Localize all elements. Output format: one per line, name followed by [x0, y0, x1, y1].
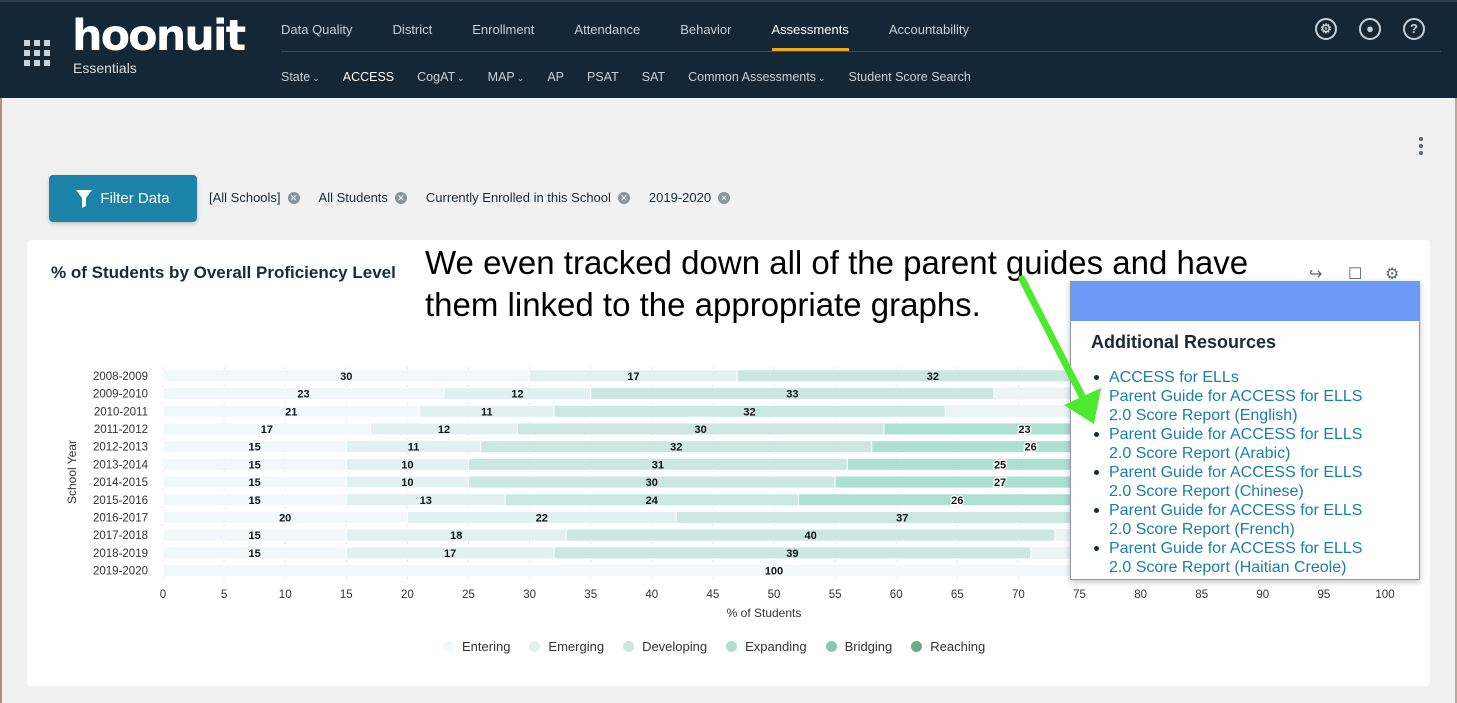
resource-link[interactable]: Parent Guide for ACCESS for ELLS 2.0 Scor… — [1091, 387, 1411, 425]
legend-label: Entering — [462, 639, 511, 654]
resource-link[interactable]: Parent Guide for ACCESS for ELLS 2.0 Scor… — [1091, 539, 1411, 577]
nav-tab-district[interactable]: District — [393, 19, 433, 51]
resource-link-text: Parent Guide for ACCESS for ELLS — [1109, 502, 1363, 519]
resource-link-text: 2.0 Score Report (Arabic) — [1109, 445, 1291, 462]
nav-tab-assessments[interactable]: Assessments — [771, 19, 850, 51]
legend-swatch — [911, 641, 923, 652]
filter-chip-label: All Students — [318, 190, 388, 205]
subnav-item-access[interactable]: ACCESS — [343, 70, 394, 84]
filter-chip: Currently Enrolled in this School ✕ — [426, 190, 630, 205]
top-navigation-bar: hoonuit Essentials Data Quality District E… — [0, 0, 1457, 98]
chevron-down-icon: ⌄ — [312, 73, 320, 83]
legend-item[interactable]: Emerging — [529, 639, 604, 654]
brand-logo-subtitle: Essentials — [73, 60, 137, 76]
subnav-item-psat[interactable]: PSAT — [587, 70, 619, 84]
filter-chip: [All Schools] ✕ — [209, 190, 300, 205]
browser-window-edge — [0, 0, 2, 703]
subnav-label: Student Score Search — [848, 70, 971, 84]
filter-chip-label: Currently Enrolled in this School — [425, 190, 611, 205]
resource-link[interactable]: Parent Guide for ACCESS for ELLS 2.0 Scor… — [1091, 463, 1411, 501]
legend-swatch — [726, 641, 738, 652]
remove-filter-icon[interactable]: ✕ — [617, 191, 630, 204]
legend-swatch — [443, 641, 454, 652]
subnav-item-ap[interactable]: AP — [547, 70, 564, 84]
subnav-label: Common Assessments — [688, 70, 816, 84]
legend-swatch — [529, 641, 541, 652]
legend-label: Expanding — [745, 639, 807, 654]
subnav-label: SAT — [641, 70, 666, 84]
resource-link[interactable]: Parent Guide for ACCESS for ELLS 2.0 Scor… — [1091, 501, 1411, 539]
legend-swatch — [623, 641, 635, 652]
legend-item[interactable]: Expanding — [726, 639, 807, 654]
main-nav: Data Quality District Enrollment Attendance… — [281, 19, 1009, 51]
subnav-item-common-assessments[interactable]: Common Assessments ⌄ — [688, 70, 825, 84]
nav-divider — [281, 51, 1441, 52]
remove-filter-icon[interactable]: ✕ — [287, 191, 300, 204]
brand-logo[interactable]: hoonuit — [72, 12, 246, 60]
annotation-line-1: We even tracked down all of the parent g… — [425, 244, 1249, 281]
chevron-down-icon: ⌄ — [457, 73, 465, 83]
chart-legend: Entering Emerging Developing Expanding Bridg… — [443, 639, 1004, 654]
chevron-down-icon: ⌄ — [817, 73, 826, 83]
filter-chip-label: [All Schools] — [209, 190, 281, 205]
subnav-label: MAP — [487, 70, 515, 84]
legend-label: Bridging — [844, 639, 893, 654]
legend-item[interactable]: Reaching — [911, 639, 985, 654]
additional-resources-popup: Additional Resources ACCESS for ELLs Pare… — [1070, 281, 1420, 580]
user-icon[interactable]: ● — [1359, 18, 1381, 40]
tools-icon[interactable]: ⚙ — [1315, 18, 1337, 40]
apps-grid-icon[interactable] — [24, 40, 50, 66]
filter-chips: [All Schools] ✕ All Students ✕ Currently Enr… — [209, 190, 749, 205]
subnav-item-state[interactable]: State ⌄ — [281, 70, 320, 84]
popup-header — [1071, 282, 1419, 321]
legend-item[interactable]: Developing — [623, 639, 707, 654]
legend-item[interactable]: Entering — [443, 639, 510, 654]
subnav-item-student-score-search[interactable]: Student Score Search — [849, 70, 971, 84]
chevron-down-icon: ⌄ — [516, 73, 525, 83]
resource-link-text: Parent Guide for ACCESS for ELLS — [1109, 388, 1363, 405]
remove-filter-icon[interactable]: ✕ — [394, 191, 407, 204]
subnav-label: AP — [547, 70, 564, 84]
funnel-icon — [76, 189, 93, 208]
nav-tab-accountability[interactable]: Accountability — [889, 19, 969, 51]
resource-link-text: Parent Guide for ACCESS for ELLS — [1109, 464, 1363, 481]
nav-tab-attendance[interactable]: Attendance — [574, 19, 640, 51]
sub-nav: State ⌄ ACCESS CogAT ⌄ MAP ⌄ AP PSAT SAT Common As… — [281, 70, 994, 84]
filter-data-button[interactable]: Filter Data — [49, 175, 197, 222]
resource-link-text: ACCESS for ELLs — [1109, 369, 1239, 386]
popup-title: Additional Resources — [1091, 332, 1277, 352]
chart-title: % of Students by Overall Proficiency Lev… — [51, 263, 396, 282]
resource-link-text: 2.0 Score Report (Chinese) — [1109, 483, 1304, 500]
resource-link-text: Parent Guide for ACCESS for ELLS — [1109, 426, 1363, 443]
subnav-label: State — [281, 70, 311, 84]
legend-label: Reaching — [930, 639, 986, 654]
nav-tab-behavior[interactable]: Behavior — [680, 19, 731, 51]
resource-link-text: Parent Guide for ACCESS for ELLS — [1109, 540, 1363, 557]
legend-item[interactable]: Bridging — [825, 639, 893, 654]
filter-chip: 2019-2020 ✕ — [648, 190, 731, 205]
legend-swatch — [825, 641, 837, 652]
subnav-item-sat[interactable]: SAT — [642, 70, 665, 84]
resource-link-text: 2.0 Score Report (French) — [1109, 521, 1295, 538]
subnav-item-map[interactable]: MAP ⌄ — [488, 70, 525, 84]
filter-chip: All Students ✕ — [319, 190, 407, 205]
resource-link-text: 2.0 Score Report (English) — [1109, 407, 1298, 424]
subnav-label: CogAT — [417, 70, 456, 84]
resource-link-text: 2.0 Score Report (Haitian Creole) — [1109, 559, 1347, 576]
filter-chip-label: 2019-2020 — [648, 190, 712, 205]
legend-label: Developing — [642, 639, 708, 654]
remove-filter-icon[interactable]: ✕ — [718, 191, 731, 204]
legend-label: Emerging — [548, 639, 605, 654]
resource-link[interactable]: Parent Guide for ACCESS for ELLS 2.0 Scor… — [1091, 425, 1411, 463]
resource-link-list: ACCESS for ELLs Parent Guide for ACCESS f… — [1091, 368, 1411, 577]
resource-link[interactable]: ACCESS for ELLs — [1091, 368, 1411, 387]
subnav-item-cogat[interactable]: CogAT ⌄ — [417, 70, 465, 84]
nav-tab-data-quality[interactable]: Data Quality — [281, 19, 353, 51]
help-icon[interactable]: ? — [1403, 18, 1425, 40]
more-options-icon[interactable] — [1416, 137, 1426, 157]
subnav-label: ACCESS — [342, 70, 395, 84]
filter-data-label: Filter Data — [100, 190, 170, 207]
subnav-label: PSAT — [587, 70, 619, 84]
nav-tab-enrollment[interactable]: Enrollment — [472, 19, 534, 51]
